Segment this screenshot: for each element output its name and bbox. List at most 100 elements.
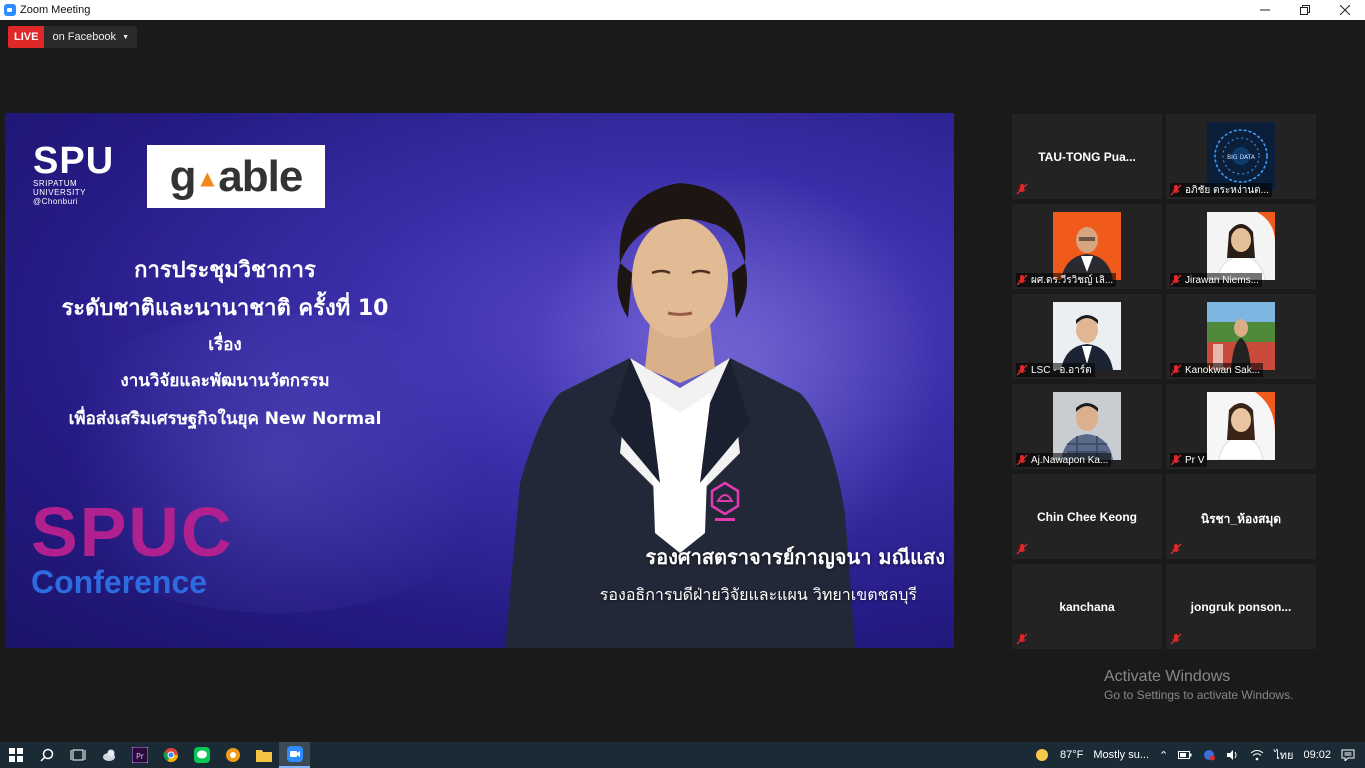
chevron-up-icon[interactable]: ⌃ xyxy=(1159,749,1168,762)
participant-tile[interactable]: Aj.Nawapon Ka... xyxy=(1012,384,1162,469)
participant-tile[interactable]: kanchana xyxy=(1012,564,1162,649)
line-icon xyxy=(193,747,210,763)
participant-name: อภิชัย ตระหง่านต... xyxy=(1185,184,1270,196)
mic-muted-icon xyxy=(1016,364,1028,376)
participant-tile[interactable]: ผศ.ดร.วีรวิชญ์ เลิ... xyxy=(1012,204,1162,289)
meeting-area: LIVE on Facebook ▼ SPU SRIPATUM UNIVERSI… xyxy=(0,20,1365,742)
close-icon xyxy=(1340,5,1350,15)
participant-tile[interactable]: TAU-TONG Pua... xyxy=(1012,114,1162,199)
participant-name: นิรชา_ห้องสมุด xyxy=(1200,512,1282,526)
participant-label: Pr V xyxy=(1170,453,1208,467)
cloud-icon xyxy=(102,749,115,761)
weather-sun-icon[interactable] xyxy=(1034,747,1050,763)
zoom-icon xyxy=(286,746,303,762)
live-target-dropdown[interactable]: on Facebook ▼ xyxy=(44,26,137,48)
participant-tile[interactable]: นิรชา_ห้องสมุด xyxy=(1166,474,1316,559)
mic-muted-icon xyxy=(1170,274,1182,286)
premiere-icon: Pr xyxy=(131,747,148,763)
search-icon xyxy=(39,748,53,762)
spuc-conference-logo: SPUC Conference xyxy=(31,493,234,600)
active-speaker-video[interactable]: SPU SRIPATUM UNIVERSITY @Chonburi g▲able… xyxy=(5,113,954,648)
participant-tile[interactable]: Kanokwan Sak... xyxy=(1166,294,1316,379)
participant-name: Aj.Nawapon Ka... xyxy=(1031,454,1109,466)
minimize-icon xyxy=(1260,9,1270,11)
wifi-icon[interactable] xyxy=(1250,749,1264,761)
participant-label: Aj.Nawapon Ka... xyxy=(1016,453,1112,467)
participant-name: ผศ.ดร.วีรวิชญ์ เลิ... xyxy=(1031,274,1114,286)
spu-logo: SPU SRIPATUM UNIVERSITY @Chonburi xyxy=(33,140,115,206)
participant-name: jongruk ponson... xyxy=(1190,600,1292,614)
svg-text:BIG DATA: BIG DATA xyxy=(1227,154,1256,161)
activate-windows-watermark: Activate Windows Go to Settings to activ… xyxy=(1104,668,1294,702)
participant-video-thumbnail xyxy=(1053,392,1121,460)
taskbar-app-chrome[interactable] xyxy=(155,742,186,768)
window-titlebar: Zoom Meeting xyxy=(0,0,1365,20)
window-controls xyxy=(1245,0,1365,20)
participant-tile[interactable]: jongruk ponson... xyxy=(1166,564,1316,649)
participant-name: Kanokwan Sak... xyxy=(1185,364,1261,376)
participant-tile[interactable]: BIG DATA อภิชัย ตระหง่านต... xyxy=(1166,114,1316,199)
task-view-icon xyxy=(70,749,85,761)
participant-name: Jirawan Niems... xyxy=(1185,274,1259,286)
mic-muted-icon xyxy=(1170,454,1182,466)
participant-label: Kanokwan Sak... xyxy=(1170,363,1264,377)
participant-name: Chin Chee Keong xyxy=(1036,510,1137,524)
weather-description[interactable]: Mostly su... xyxy=(1093,749,1149,761)
conference-title: การประชุมวิชาการ ระดับชาติและนานาชาติ คร… xyxy=(61,258,389,429)
clock-time[interactable]: 09:02 xyxy=(1303,749,1331,761)
mic-muted-icon xyxy=(1170,364,1182,376)
restore-button[interactable] xyxy=(1285,0,1325,20)
participant-video-thumbnail xyxy=(1207,302,1275,370)
speaker-role-caption: รองอธิการบดีฝ่ายวิจัยและแผน วิทยาเขตชลบุ… xyxy=(599,585,917,604)
live-target-label: on Facebook xyxy=(52,31,117,43)
taskbar-app-line[interactable] xyxy=(186,742,217,768)
task-view-button[interactable] xyxy=(62,742,93,768)
taskbar-app-explorer[interactable] xyxy=(248,742,279,768)
minimize-button[interactable] xyxy=(1245,0,1285,20)
mic-muted-icon xyxy=(1170,184,1182,196)
participant-tile[interactable]: Chin Chee Keong xyxy=(1012,474,1162,559)
participant-video-thumbnail xyxy=(1207,392,1275,460)
close-button[interactable] xyxy=(1325,0,1365,20)
chrome-icon xyxy=(163,748,178,762)
speaker-name-caption: รองศาสตราจารย์กาญจนา มณีแสง xyxy=(645,545,945,569)
mic-muted-icon xyxy=(1016,633,1028,645)
taskbar-app-premiere[interactable]: Pr xyxy=(124,742,155,768)
taskbar-app-weather-widget[interactable] xyxy=(93,742,124,768)
notification-icon[interactable] xyxy=(1341,749,1355,761)
participant-label: ผศ.ดร.วีรวิชญ์ เลิ... xyxy=(1016,273,1117,287)
mic-muted-icon xyxy=(1016,543,1028,555)
participant-video-thumbnail xyxy=(1053,302,1121,370)
folder-icon xyxy=(255,750,272,762)
participant-label: อภิชัย ตระหง่านต... xyxy=(1170,183,1273,197)
participant-tile[interactable]: LSC - อ.อาร์ต xyxy=(1012,294,1162,379)
start-button[interactable] xyxy=(0,742,31,768)
battery-icon[interactable] xyxy=(1178,749,1192,761)
network-alert-icon[interactable] xyxy=(1202,749,1216,761)
participant-tile[interactable]: Pr V xyxy=(1166,384,1316,469)
restore-icon xyxy=(1300,5,1310,15)
windows-taskbar: Pr 87°F Mostly su... ⌃ ไทย 09:02 xyxy=(0,742,1365,768)
search-button[interactable] xyxy=(31,742,62,768)
windows-logo-icon xyxy=(8,748,23,762)
participant-video-thumbnail: BIG DATA xyxy=(1207,122,1275,190)
speaker-volume-icon[interactable] xyxy=(1226,749,1240,761)
mic-muted-icon xyxy=(1016,183,1028,195)
system-tray: 87°F Mostly su... ⌃ ไทย 09:02 xyxy=(1034,742,1365,768)
chevron-down-icon: ▼ xyxy=(122,33,129,41)
live-stream-indicator[interactable]: LIVE on Facebook ▼ xyxy=(8,26,137,48)
app-circle-icon xyxy=(225,748,240,762)
mic-muted-icon xyxy=(1170,543,1182,555)
input-language[interactable]: ไทย xyxy=(1274,746,1293,764)
participant-tile[interactable]: Jirawan Niems... xyxy=(1166,204,1316,289)
weather-temperature[interactable]: 87°F xyxy=(1060,749,1083,761)
mic-muted-icon xyxy=(1016,454,1028,466)
taskbar-app-orange[interactable] xyxy=(217,742,248,768)
mic-muted-icon xyxy=(1170,633,1182,645)
live-badge: LIVE xyxy=(8,26,45,48)
mic-muted-icon xyxy=(1016,274,1028,286)
speaker-figure xyxy=(505,183,855,648)
participant-name: Pr V xyxy=(1185,454,1205,466)
participant-video-thumbnail xyxy=(1053,212,1121,280)
taskbar-app-zoom[interactable] xyxy=(279,742,310,768)
